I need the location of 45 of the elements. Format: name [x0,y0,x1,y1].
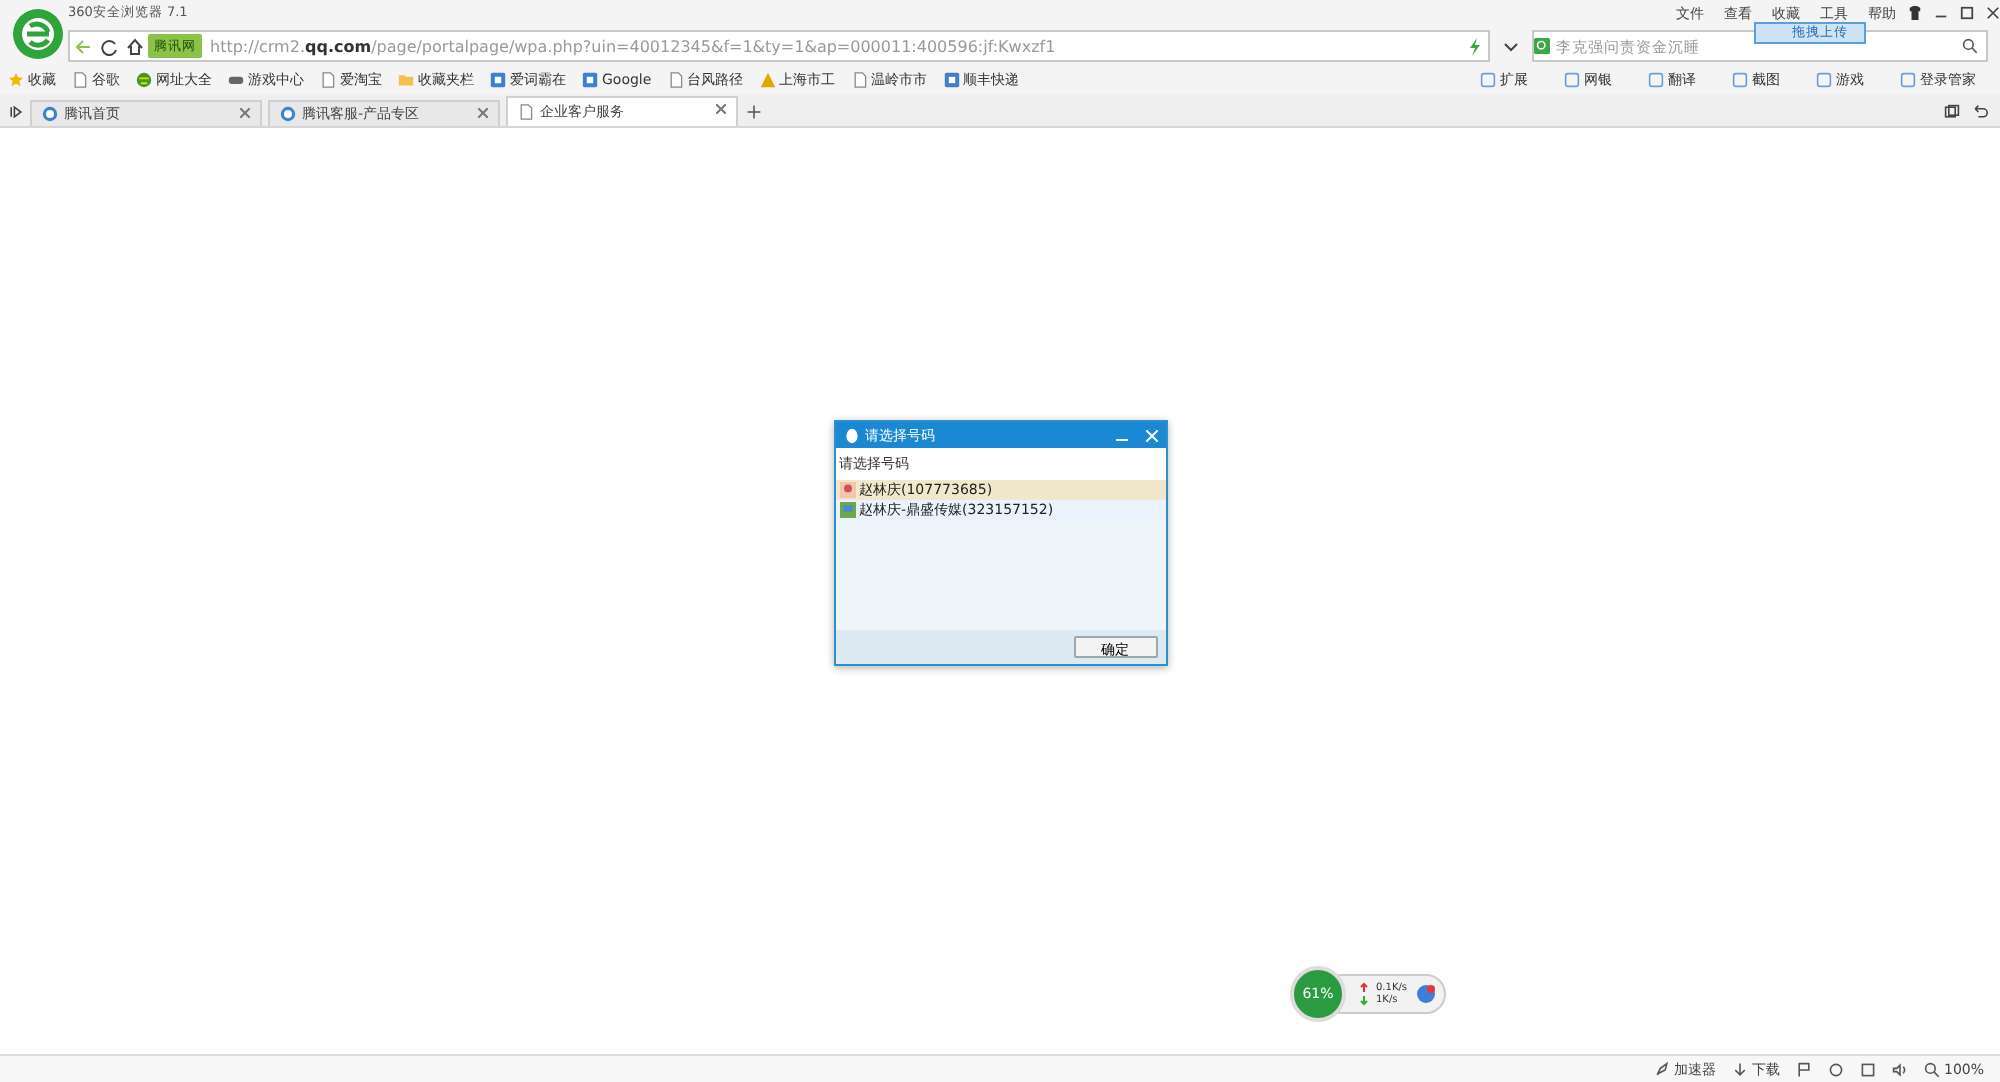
site-icon [582,72,598,88]
lightning-icon[interactable] [1466,37,1484,55]
tool-icon [1564,72,1580,88]
window-icon[interactable] [1859,1061,1876,1077]
folder-icon [398,72,414,88]
page-icon [518,104,534,120]
search-engine-icon [1534,38,1550,54]
chevron-down-icon[interactable] [1502,37,1520,55]
tool-icon [1900,72,1916,88]
globe-icon [136,72,152,88]
shirt-icon[interactable] [1908,6,1922,20]
avatar-icon [839,502,855,518]
url-text[interactable]: http://crm2.qq.com/page/portalpage/wpa.php?uin=40012345&f=1&ty=1&ap=000011:400596:jf:Kwxzf1 [210,37,1462,55]
warning-icon [759,72,776,88]
download-icon [1731,1061,1748,1077]
maximize-icon[interactable] [1960,6,1974,20]
star-icon [8,72,24,88]
home-icon[interactable] [126,37,144,55]
new-tab-icon[interactable] [746,104,762,120]
tool-icon [1732,72,1748,88]
flag-icon[interactable] [1795,1061,1812,1077]
up-down-arrows-icon [1360,982,1368,1006]
site-icon [943,72,960,88]
speaker-icon[interactable] [1891,1061,1908,1077]
refresh-icon[interactable] [100,37,118,55]
page-icon [851,72,868,88]
page-icon [72,72,88,88]
browser-icon[interactable] [1827,1061,1844,1077]
search-icon [1923,1061,1940,1077]
sidebar-toggle-icon[interactable] [8,104,24,120]
tool-icon [1816,72,1832,88]
browser-logo [12,8,64,60]
close-tab-icon[interactable] [240,108,250,118]
page-icon [667,72,684,88]
avatar-icon [839,482,855,498]
close-icon[interactable] [1986,6,2000,20]
undo-icon[interactable] [1972,104,1988,120]
close-tab-icon[interactable] [716,104,726,114]
windows-icon[interactable] [1944,104,1960,120]
site-icon [490,72,506,88]
search-icon[interactable] [1962,38,1978,54]
close-tab-icon[interactable] [478,108,488,118]
page-icon [320,72,336,88]
tool-icon [1648,72,1664,88]
tool-icon [1480,72,1496,88]
